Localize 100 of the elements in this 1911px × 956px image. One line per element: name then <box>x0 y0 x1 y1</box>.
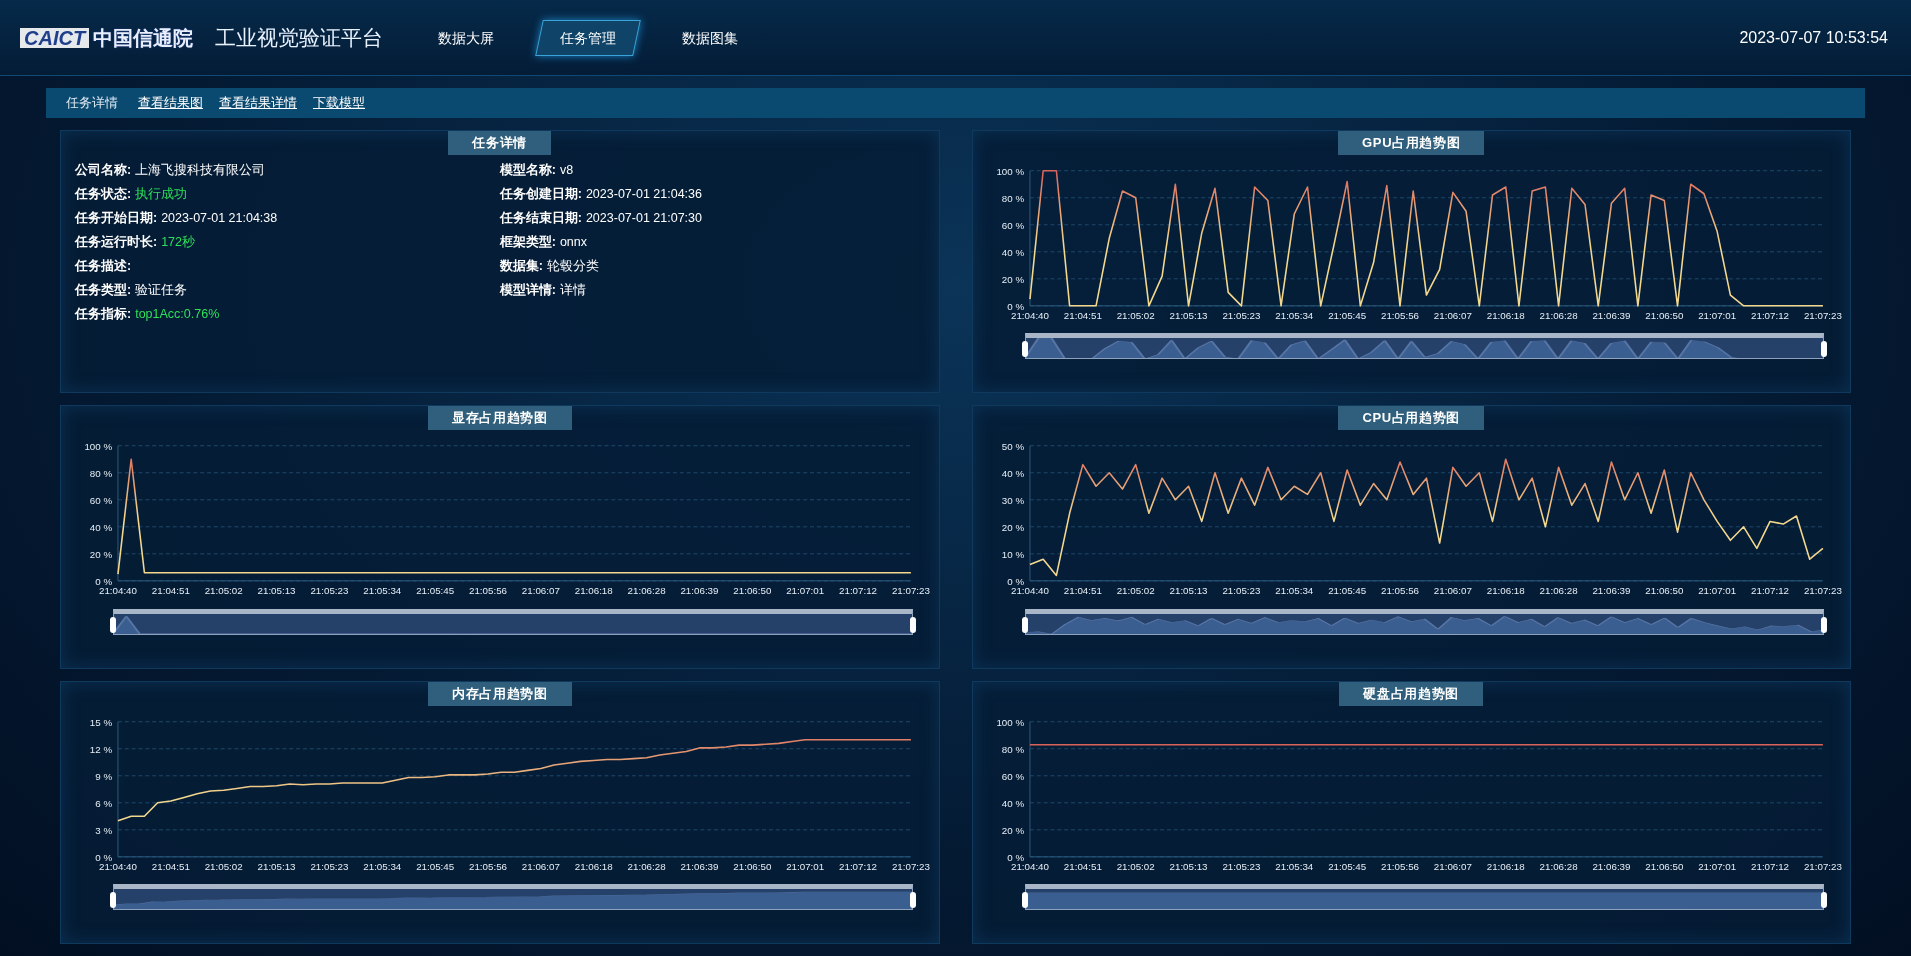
x-axis-label: 21:07:01 <box>1697 860 1736 872</box>
x-axis-label: 21:05:13 <box>1169 584 1208 596</box>
x-axis-label: 21:05:45 <box>1327 309 1366 321</box>
x-axis-label: 21:05:02 <box>1116 584 1155 596</box>
y-axis-label: 40 % <box>89 522 113 534</box>
logo-text: 中国信通院 <box>93 25 194 51</box>
field-value: 2023-07-01 21:04:38 <box>161 210 278 227</box>
y-axis-label: 60 % <box>89 495 113 507</box>
x-axis-label: 21:06:39 <box>1591 860 1630 872</box>
y-axis-label: 6 % <box>95 797 113 809</box>
x-axis-label: 21:04:51 <box>1063 860 1102 872</box>
panel-title: GPU占用趋势图 <box>1338 131 1485 155</box>
y-axis-label: 20 % <box>89 549 113 561</box>
y-axis-label: 80 % <box>1001 743 1024 755</box>
sub-nav-link[interactable]: 任务详情 <box>66 93 118 113</box>
x-axis-label: 21:04:51 <box>1063 309 1102 321</box>
x-axis-label: 21:05:56 <box>1380 584 1419 596</box>
field-label: 任务开始日期: <box>75 210 158 227</box>
x-axis-label: 21:05:34 <box>1274 309 1313 321</box>
x-axis-label: 21:05:34 <box>363 584 402 596</box>
x-axis-label: 21:04:40 <box>1010 309 1049 321</box>
y-axis-label: 40 % <box>1001 468 1024 479</box>
x-axis-label: 21:05:13 <box>1169 309 1208 321</box>
x-axis-label: 21:07:01 <box>786 584 825 596</box>
x-axis-label: 21:05:23 <box>1221 309 1260 321</box>
x-axis-label: 21:06:39 <box>1591 584 1630 596</box>
x-axis-label: 21:06:50 <box>733 584 772 596</box>
x-axis-label: 21:06:28 <box>1539 860 1578 872</box>
y-axis-label: 20 % <box>1001 824 1024 836</box>
x-axis-label: 21:05:45 <box>1327 584 1366 596</box>
zoom-slider[interactable] <box>1024 608 1824 635</box>
sub-nav-link[interactable]: 查看结果详情 <box>219 93 297 113</box>
x-axis-label: 21:06:28 <box>1539 584 1578 596</box>
nav-tab[interactable]: 数据图集 <box>657 19 763 56</box>
field-value: 详情 <box>559 282 586 299</box>
datetime: 2023-07-07 10:53:54 <box>1739 27 1888 48</box>
x-axis-label: 21:05:56 <box>1380 860 1419 872</box>
x-axis-label: 21:04:51 <box>151 584 190 596</box>
x-axis-label: 21:06:50 <box>1644 584 1683 596</box>
panel-title: 硬盘占用趋势图 <box>1339 681 1484 706</box>
x-axis-label: 21:06:07 <box>521 860 560 872</box>
x-axis-label: 21:06:28 <box>627 860 666 872</box>
x-axis-label: 21:05:02 <box>204 584 243 596</box>
y-axis-label: 3 % <box>95 824 113 836</box>
field-value: top1Acc:0.76% <box>135 306 220 323</box>
panel-title: 显存占用趋势图 <box>427 406 572 431</box>
x-axis-label: 21:07:12 <box>839 860 878 872</box>
sub-nav-link[interactable]: 查看结果图 <box>138 93 203 113</box>
y-axis-label: 30 % <box>1001 495 1024 507</box>
y-axis-label: 100 % <box>995 165 1024 177</box>
field-value: 2023-07-01 21:07:30 <box>585 210 702 227</box>
x-axis-label: 21:07:01 <box>1697 584 1736 596</box>
x-axis-label: 21:06:39 <box>1591 309 1630 321</box>
x-axis-label: 21:07:12 <box>1750 584 1789 596</box>
field-label: 数据集: <box>499 258 543 275</box>
x-axis-label: 21:05:56 <box>469 860 507 872</box>
nav-tab[interactable]: 任务管理 <box>535 19 641 56</box>
field-label: 任务描述: <box>75 258 132 275</box>
x-axis-label: 21:05:13 <box>257 584 296 596</box>
zoom-slider[interactable] <box>113 608 913 635</box>
field-value: 上海飞搜科技有限公司 <box>135 162 266 179</box>
y-axis-label: 0 % <box>1006 300 1024 312</box>
x-axis-label: 21:07:12 <box>1750 309 1789 321</box>
x-axis-label: 21:06:28 <box>1539 309 1578 321</box>
x-axis-label: 21:06:50 <box>733 860 772 872</box>
x-axis-label: 21:06:28 <box>627 584 666 596</box>
field-value: 2023-07-01 21:04:36 <box>585 186 702 203</box>
x-axis-label: 21:04:51 <box>151 860 190 872</box>
field-value: 验证任务 <box>135 282 188 299</box>
field-value: 172秒 <box>161 234 196 251</box>
y-axis-label: 0 % <box>95 851 113 863</box>
x-axis-label: 21:05:02 <box>1116 860 1155 872</box>
y-axis-label: 80 % <box>1001 192 1024 204</box>
y-axis-label: 100 % <box>84 441 113 452</box>
field-value: 轮毂分类 <box>546 258 599 275</box>
zoom-slider[interactable] <box>113 883 913 910</box>
x-axis-label: 21:05:56 <box>469 584 507 596</box>
x-axis-label: 21:05:02 <box>1116 309 1155 321</box>
field-label: 公司名称: <box>75 162 132 179</box>
x-axis-label: 21:06:18 <box>1486 309 1525 321</box>
x-axis-label: 21:06:39 <box>680 584 719 596</box>
nav-tab[interactable]: 数据大屏 <box>413 19 519 56</box>
x-axis-label: 21:06:50 <box>1644 860 1683 872</box>
sub-nav-link[interactable]: 下载模型 <box>313 93 365 113</box>
x-axis-label: 21:06:07 <box>521 584 560 596</box>
field-label: 任务创建日期: <box>499 186 582 203</box>
zoom-slider[interactable] <box>1024 883 1824 910</box>
x-axis-label: 21:06:07 <box>1433 309 1472 321</box>
x-axis-label: 21:05:34 <box>1274 584 1313 596</box>
x-axis-label: 21:05:23 <box>1221 860 1260 872</box>
x-axis-label: 21:06:50 <box>1644 309 1683 321</box>
x-axis-label: 21:07:23 <box>891 860 930 872</box>
y-axis-label: 40 % <box>1001 797 1024 809</box>
x-axis-label: 21:04:51 <box>1063 584 1102 596</box>
field-label: 任务类型: <box>75 282 132 299</box>
x-axis-label: 21:05:23 <box>1221 584 1260 596</box>
panel-title: 任务详情 <box>448 131 552 155</box>
x-axis-label: 21:06:18 <box>574 584 613 596</box>
x-axis-label: 21:05:45 <box>416 584 455 596</box>
zoom-slider[interactable] <box>1024 333 1824 360</box>
